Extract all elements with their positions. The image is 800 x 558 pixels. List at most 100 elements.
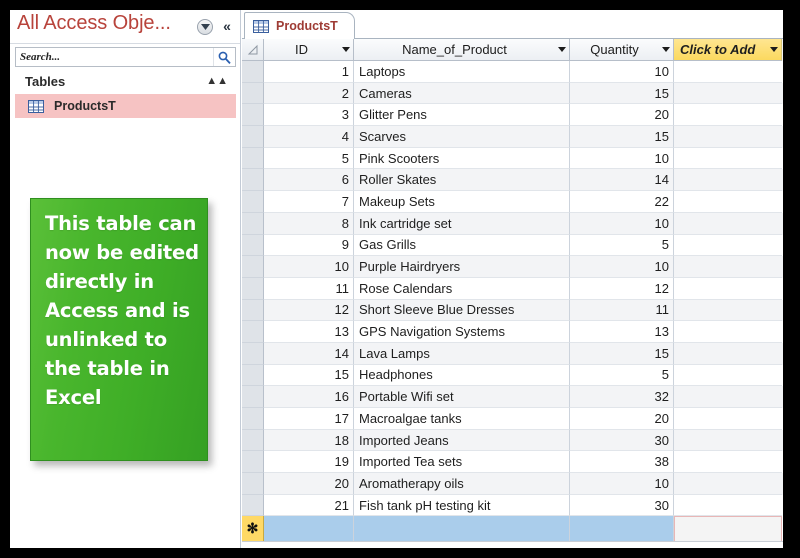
cell-click-to-add[interactable] [674, 191, 782, 213]
cell-id[interactable]: 17 [264, 408, 354, 430]
cell-quantity[interactable]: 38 [570, 451, 674, 474]
cell-name-of-product[interactable]: Gas Grills [354, 234, 570, 257]
cell-id[interactable]: 8 [264, 212, 354, 235]
cell-click-to-add[interactable] [674, 408, 782, 430]
cell-id[interactable]: 10 [264, 256, 354, 278]
record-selector[interactable] [242, 256, 264, 278]
cell-name-of-product[interactable]: GPS Navigation Systems [354, 321, 570, 343]
cell-name-of-product[interactable]: Lava Lamps [354, 342, 570, 365]
cell-name-of-product[interactable]: Purple Hairdryers [354, 256, 570, 278]
cell-name-of-product[interactable]: Fish tank pH testing kit [354, 494, 570, 517]
chevron-down-icon[interactable] [767, 47, 781, 52]
column-header-id[interactable]: ID [264, 39, 354, 61]
cell-name-of-product[interactable]: Short Sleeve Blue Dresses [354, 299, 570, 322]
cell-id[interactable]: 12 [264, 299, 354, 322]
table-row[interactable]: 21 Fish tank pH testing kit 30 [242, 494, 783, 517]
table-row[interactable]: 16 Portable Wifi set 32 [242, 386, 783, 408]
cell-name-of-product[interactable]: Pink Scooters [354, 147, 570, 170]
cell-quantity[interactable]: 15 [570, 126, 674, 148]
cell-click-to-add[interactable] [674, 169, 782, 192]
cell-quantity[interactable]: 22 [570, 191, 674, 213]
record-selector[interactable] [242, 104, 264, 127]
cell-id[interactable]: 9 [264, 234, 354, 257]
cell-quantity[interactable]: 10 [570, 147, 674, 170]
search-icon[interactable] [213, 48, 235, 66]
cell-click-to-add[interactable] [674, 83, 782, 105]
cell-quantity[interactable]: 5 [570, 364, 674, 387]
cell-name-of-product[interactable]: Ink cartridge set [354, 212, 570, 235]
new-record-row[interactable]: ✻ [242, 516, 783, 543]
new-record-marker[interactable]: ✻ [242, 516, 264, 543]
table-row[interactable]: 3 Glitter Pens 20 [242, 104, 783, 127]
cell-id[interactable]: 7 [264, 191, 354, 213]
cell-name-of-product[interactable]: Imported Jeans [354, 429, 570, 452]
cell-click-to-add[interactable] [674, 61, 782, 83]
record-selector[interactable] [242, 494, 264, 517]
cell-id[interactable]: 20 [264, 473, 354, 495]
new-record-name-cell[interactable] [354, 516, 570, 543]
cell-click-to-add[interactable] [674, 365, 782, 387]
tab-productst[interactable]: ProductsT [244, 12, 355, 39]
record-selector[interactable] [242, 364, 264, 387]
table-row[interactable]: 14 Lava Lamps 15 [242, 342, 783, 365]
cell-quantity[interactable]: 30 [570, 494, 674, 517]
record-selector[interactable] [242, 61, 264, 83]
cell-id[interactable]: 19 [264, 451, 354, 474]
record-selector[interactable] [242, 386, 264, 408]
record-selector[interactable] [242, 126, 264, 148]
cell-click-to-add[interactable] [674, 495, 782, 517]
double-chevron-up-icon[interactable]: ▲▲ [206, 75, 236, 87]
cell-quantity[interactable]: 13 [570, 321, 674, 343]
cell-id[interactable]: 5 [264, 147, 354, 170]
cell-name-of-product[interactable]: Aromatherapy oils [354, 473, 570, 495]
table-row[interactable]: 9 Gas Grills 5 [242, 234, 783, 257]
chevron-down-icon[interactable] [555, 47, 569, 52]
cell-quantity[interactable]: 5 [570, 234, 674, 257]
cell-id[interactable]: 3 [264, 104, 354, 127]
cell-id[interactable]: 2 [264, 82, 354, 105]
cell-quantity[interactable]: 11 [570, 299, 674, 322]
cell-id[interactable]: 16 [264, 386, 354, 408]
table-row[interactable]: 11 Rose Calendars 12 [242, 277, 783, 300]
table-row[interactable]: 19 Imported Tea sets 38 [242, 451, 783, 474]
cell-name-of-product[interactable]: Roller Skates [354, 169, 570, 192]
table-row[interactable]: 10 Purple Hairdryers 10 [242, 256, 783, 278]
record-selector[interactable] [242, 451, 264, 474]
cell-name-of-product[interactable]: Glitter Pens [354, 104, 570, 127]
cell-click-to-add[interactable] [674, 278, 782, 300]
cell-name-of-product[interactable]: Scarves [354, 126, 570, 148]
cell-id[interactable]: 14 [264, 342, 354, 365]
cell-quantity[interactable]: 15 [570, 342, 674, 365]
table-row[interactable]: 12 Short Sleeve Blue Dresses 11 [242, 299, 783, 322]
cell-quantity[interactable]: 10 [570, 256, 674, 278]
cell-click-to-add[interactable] [674, 430, 782, 452]
nav-group-tables[interactable]: Tables ▲▲ [15, 70, 236, 92]
table-row[interactable]: 6 Roller Skates 14 [242, 169, 783, 192]
cell-name-of-product[interactable]: Laptops [354, 61, 570, 83]
record-selector[interactable] [242, 342, 264, 365]
cell-quantity[interactable]: 14 [570, 169, 674, 192]
table-row[interactable]: 2 Cameras 15 [242, 82, 783, 105]
cell-id[interactable]: 21 [264, 494, 354, 517]
chevron-down-icon[interactable] [659, 47, 673, 52]
cell-quantity[interactable]: 20 [570, 408, 674, 430]
double-chevron-left-icon[interactable]: « [219, 18, 235, 34]
record-selector[interactable] [242, 191, 264, 213]
cell-name-of-product[interactable]: Imported Tea sets [354, 451, 570, 474]
table-row[interactable]: 20 Aromatherapy oils 10 [242, 473, 783, 495]
record-selector[interactable] [242, 82, 264, 105]
record-selector[interactable] [242, 408, 264, 430]
cell-id[interactable]: 6 [264, 169, 354, 192]
cell-click-to-add[interactable] [674, 256, 782, 278]
cell-quantity[interactable]: 10 [570, 212, 674, 235]
cell-id[interactable]: 13 [264, 321, 354, 343]
sidebar-item-productst[interactable]: ProductsT [15, 94, 236, 118]
table-row[interactable]: 5 Pink Scooters 10 [242, 147, 783, 170]
column-header-click-to-add[interactable]: Click to Add [674, 39, 782, 61]
table-row[interactable]: 8 Ink cartridge set 10 [242, 212, 783, 235]
column-header-quantity[interactable]: Quantity [570, 39, 674, 61]
cell-name-of-product[interactable]: Macroalgae tanks [354, 408, 570, 430]
table-row[interactable]: 18 Imported Jeans 30 [242, 429, 783, 452]
cell-name-of-product[interactable]: Headphones [354, 364, 570, 387]
cell-quantity[interactable]: 30 [570, 429, 674, 452]
